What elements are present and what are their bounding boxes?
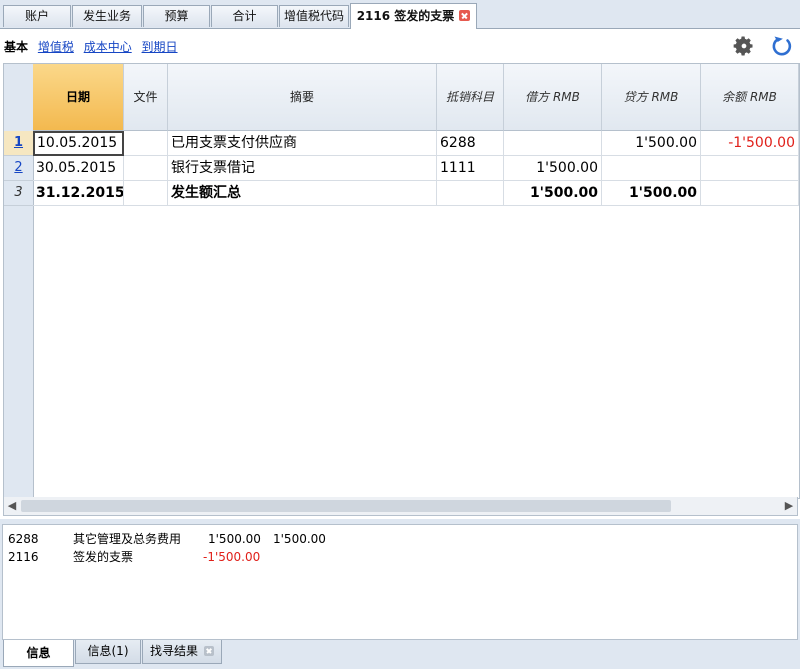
- tab-search-results[interactable]: 找寻结果: [142, 640, 222, 664]
- tab-label: 账户: [24, 9, 49, 23]
- cell-contra-account[interactable]: 1111: [437, 156, 504, 181]
- tab-totals[interactable]: 合计: [211, 5, 278, 27]
- scroll-right-icon[interactable]: ▶: [781, 497, 797, 515]
- view-vat[interactable]: 增值税: [38, 40, 74, 54]
- tab-label: 2116 签发的支票: [356, 9, 455, 23]
- cell-description[interactable]: 银行支票借记: [168, 156, 437, 181]
- column-header-balance[interactable]: 余额 RMB: [701, 64, 799, 131]
- column-header-date[interactable]: 日期: [33, 64, 124, 131]
- tab-label: 找寻结果: [149, 644, 198, 658]
- tab-messages[interactable]: 信息(1): [75, 640, 141, 664]
- info-account-name: 其它管理及总务费用: [73, 532, 182, 546]
- tab-bar: 账户 发生业务 预算 合计 增值税代码 2116 签发的支票: [0, 0, 800, 29]
- cell-date[interactable]: 10.05.2015: [33, 131, 124, 156]
- cell-debit[interactable]: 1'500.00: [504, 181, 602, 206]
- info-account: 2116: [8, 550, 39, 564]
- close-icon[interactable]: [204, 646, 214, 656]
- tab-accounts[interactable]: 账户: [3, 5, 71, 27]
- cell-date[interactable]: 31.12.2015: [33, 181, 124, 206]
- close-icon[interactable]: [459, 10, 471, 21]
- view-bar: 基本 增值税 成本中心 到期日: [0, 29, 800, 61]
- cell-credit[interactable]: 1'500.00: [602, 181, 701, 206]
- tab-label: 发生业务: [82, 9, 131, 23]
- column-header-description[interactable]: 摘要: [168, 64, 437, 131]
- row-number[interactable]: 3: [4, 181, 33, 206]
- scrollbar-thumb[interactable]: [21, 500, 671, 512]
- cell-credit[interactable]: [602, 156, 701, 181]
- tab-account-2116[interactable]: 2116 签发的支票: [350, 3, 477, 29]
- tab-label: 增值税代码: [283, 9, 344, 23]
- horizontal-scrollbar[interactable]: ◀ ▶: [3, 497, 798, 516]
- cell-date[interactable]: 30.05.2015: [33, 156, 124, 181]
- row-number[interactable]: 2: [4, 156, 33, 181]
- cell-debit[interactable]: 1'500.00: [504, 156, 602, 181]
- refresh-icon[interactable]: [770, 34, 794, 58]
- info-credit: 1'500.00: [273, 532, 326, 546]
- cell-contra-account[interactable]: 6288: [437, 131, 504, 156]
- info-panel: 6288 其它管理及总务费用 1'500.00 1'500.00 2116 签发…: [2, 524, 798, 640]
- main-panel: 基本 增值税 成本中心 到期日 日期 文件 摘要 抵销科目 借方 RMB 贷方 …: [0, 28, 800, 519]
- cell-balance[interactable]: [701, 181, 799, 206]
- cell-description[interactable]: 已用支票支付供应商: [168, 131, 437, 156]
- column-header-document[interactable]: 文件: [124, 64, 168, 131]
- scroll-left-icon[interactable]: ◀: [4, 497, 20, 515]
- tab-label: 信息: [26, 646, 51, 660]
- tab-transactions[interactable]: 发生业务: [72, 5, 142, 27]
- gear-icon[interactable]: [733, 35, 755, 57]
- view-cost-center[interactable]: 成本中心: [84, 40, 132, 54]
- cell-debit[interactable]: [504, 131, 602, 156]
- transactions-table: 日期 文件 摘要 抵销科目 借方 RMB 贷方 RMB 余额 RMB 1 10.…: [3, 63, 800, 499]
- view-selector: 基本 增值税 成本中心 到期日: [4, 38, 184, 55]
- cell-document[interactable]: [124, 131, 168, 156]
- tab-label: 合计: [232, 9, 257, 23]
- info-account-name: 签发的支票: [73, 550, 134, 564]
- tab-budget[interactable]: 预算: [143, 5, 210, 27]
- column-header-credit[interactable]: 贷方 RMB: [602, 64, 701, 131]
- tab-info[interactable]: 信息: [3, 640, 74, 667]
- cell-balance[interactable]: -1'500.00: [701, 131, 799, 156]
- info-debit: -1'500.00: [203, 550, 261, 564]
- view-basic[interactable]: 基本: [4, 40, 28, 54]
- column-header-debit[interactable]: 借方 RMB: [504, 64, 602, 131]
- cell-credit[interactable]: 1'500.00: [602, 131, 701, 156]
- info-account: 6288: [8, 532, 39, 546]
- row-number-gutter: [4, 64, 34, 498]
- cell-contra-account[interactable]: [437, 181, 504, 206]
- cell-document[interactable]: [124, 156, 168, 181]
- row-number[interactable]: 1: [4, 131, 33, 156]
- info-debit: 1'500.00: [208, 532, 261, 546]
- tab-vat-codes[interactable]: 增值税代码: [279, 5, 349, 27]
- cell-balance[interactable]: [701, 156, 799, 181]
- bottom-tab-bar: 信息 信息(1) 找寻结果: [0, 640, 800, 669]
- tab-label: 信息(1): [87, 644, 129, 658]
- tab-label: 预算: [164, 9, 189, 23]
- cell-document[interactable]: [124, 181, 168, 206]
- view-due-date[interactable]: 到期日: [142, 40, 178, 54]
- column-header-contra-account[interactable]: 抵销科目: [437, 64, 504, 131]
- cell-description[interactable]: 发生额汇总: [168, 181, 437, 206]
